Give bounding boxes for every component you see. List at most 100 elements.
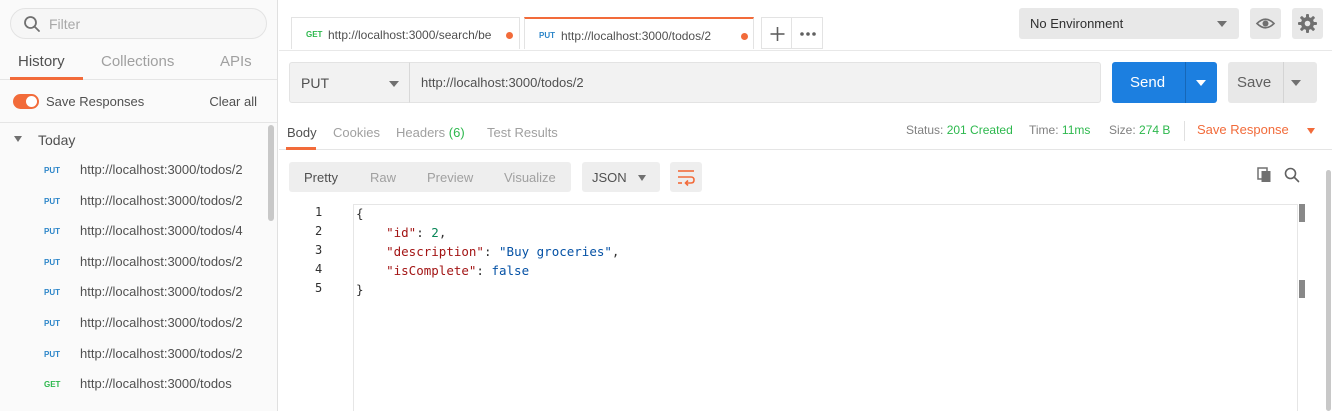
history-item-url: http://localhost:3000/todos/2	[80, 284, 243, 300]
history-item-url: http://localhost:3000/todos/2	[80, 162, 243, 177]
filter-input[interactable]: Filter	[10, 8, 267, 39]
editor-scroll-thumb[interactable]	[1299, 280, 1305, 298]
response-status: Status: 201 Created	[906, 123, 1013, 137]
history-item[interactable]: PUT http://localhost:3000/todos/2	[0, 246, 268, 277]
history-item[interactable]: PUT http://localhost:3000/todos/2	[0, 154, 268, 185]
sidebar: Filter History Collections APIs Save Res…	[0, 0, 278, 411]
history-item-url: http://localhost:3000/todos/2	[80, 253, 243, 269]
history-item[interactable]: PUT http://localhost:3000/todos/2	[0, 276, 268, 307]
environment-select[interactable]: No Environment	[1019, 8, 1239, 39]
request-tab-url: http://localhost:3000/todos/2	[561, 29, 712, 43]
history-item-method: PUT	[44, 318, 60, 328]
format-pretty[interactable]: Pretty	[304, 170, 338, 185]
status-value[interactable]: 201 Created	[947, 123, 1013, 137]
save-response-button[interactable]: Save Response	[1197, 122, 1315, 137]
sidebar-scrollbar[interactable]	[268, 125, 274, 221]
new-tab-button[interactable]	[761, 17, 792, 49]
history-item[interactable]: PUT http://localhost:3000/todos/2	[0, 307, 268, 338]
clear-all-button[interactable]: Clear all	[209, 94, 257, 109]
format-preview[interactable]: Preview	[427, 170, 473, 185]
history-item[interactable]: PUT http://localhost:3000/todos/4	[0, 215, 268, 246]
sidebar-tabs: History Collections APIs	[0, 52, 277, 80]
editor-scrollbar[interactable]	[1297, 204, 1307, 411]
save-responses-label: Save Responses	[46, 94, 145, 109]
response-tabs: Body Cookies Headers (6) Test Results St…	[279, 115, 1332, 150]
tab-apis[interactable]: APIs	[220, 53, 252, 70]
code-token: "Buy groceries"	[499, 244, 612, 259]
history-item-url: http://localhost:3000/todos/2	[80, 192, 243, 208]
request-tab-put[interactable]: PUT http://localhost:3000/todos/2	[524, 17, 754, 49]
header-divider	[279, 50, 1332, 51]
wrap-lines-button[interactable]	[670, 162, 702, 192]
history-group-today[interactable]: Today	[0, 131, 270, 151]
history-item-url: http://localhost:3000/todos/4	[80, 223, 243, 239]
tab-headers-label: Headers	[396, 125, 446, 140]
code-token: :	[483, 244, 500, 259]
active-tab-indicator	[10, 77, 83, 80]
tab-headers[interactable]: Headers (6)	[396, 125, 465, 140]
code-line: }	[356, 282, 364, 297]
chevron-down-icon[interactable]	[1196, 80, 1206, 86]
tab-cookies[interactable]: Cookies	[333, 125, 380, 140]
save-response-label: Save Response	[1197, 122, 1289, 137]
request-tab-method: PUT	[539, 31, 555, 40]
code-token: ,	[611, 244, 620, 259]
tab-collections[interactable]: Collections	[101, 53, 174, 70]
method-selected: PUT	[301, 75, 329, 91]
chevron-down-icon[interactable]	[1291, 80, 1301, 86]
main-scrollbar[interactable]	[1326, 170, 1331, 411]
time-value[interactable]: 11ms	[1062, 123, 1090, 137]
history-item[interactable]: PUT http://localhost:3000/todos/2	[0, 338, 268, 369]
headers-count-badge: (6)	[448, 125, 465, 140]
code-token: 2	[431, 225, 439, 240]
url-value: http://localhost:3000/todos/2	[421, 75, 584, 90]
meta-divider	[1184, 121, 1185, 141]
code-token: false	[491, 263, 530, 278]
status-label: Status:	[906, 123, 944, 137]
url-input[interactable]: http://localhost:3000/todos/2	[409, 62, 1101, 103]
tab-history[interactable]: History	[18, 53, 65, 70]
history-group-label: Today	[38, 132, 76, 148]
more-tabs-button[interactable]	[791, 17, 823, 49]
code-line: "isComplete": false	[356, 263, 529, 278]
history-item-method: PUT	[44, 288, 60, 298]
history-item-method: PUT	[44, 349, 60, 359]
history-item-method: GET	[44, 380, 61, 390]
language-select[interactable]: JSON	[582, 162, 660, 192]
save-responses-toggle[interactable]	[13, 94, 39, 109]
code-token: ,	[438, 225, 447, 240]
active-tab-indicator	[286, 147, 316, 150]
history-item[interactable]: GET http://localhost:3000/todos	[0, 368, 268, 399]
send-split-divider	[1185, 62, 1186, 103]
format-visualize[interactable]: Visualize	[504, 170, 556, 185]
wrap-lines-icon	[678, 170, 695, 187]
copy-icon[interactable]	[1256, 166, 1274, 184]
save-responses-row: Save Responses Clear all	[0, 81, 277, 123]
code-token: "id"	[386, 225, 417, 240]
environment-quick-look-button[interactable]	[1250, 8, 1281, 39]
size-label: Size:	[1109, 123, 1136, 137]
main-panel: GET http://localhost:3000/search/be PUT …	[279, 0, 1332, 411]
editor-scroll-thumb-top[interactable]	[1299, 204, 1305, 222]
manage-environments-button[interactable]	[1292, 8, 1323, 39]
code-line: "id": 2,	[356, 225, 446, 240]
search-icon	[24, 16, 40, 32]
search-icon[interactable]	[1283, 166, 1301, 184]
line-number: 5	[315, 281, 323, 295]
save-button[interactable]: Save	[1228, 62, 1317, 103]
history-item-url: http://localhost:3000/todos/2	[80, 314, 243, 330]
code-editor[interactable]: { "id": 2, "description": "Buy groceries…	[353, 204, 1297, 411]
format-raw[interactable]: Raw	[370, 170, 396, 185]
tab-test-results[interactable]: Test Results	[487, 125, 558, 140]
language-selected: JSON	[592, 170, 627, 185]
tab-body[interactable]: Body	[287, 125, 317, 140]
send-button[interactable]: Send	[1112, 62, 1217, 103]
history-item[interactable]: PUT http://localhost:3000/todos/2	[0, 185, 268, 216]
request-tab-get[interactable]: GET http://localhost:3000/search/be	[291, 17, 520, 49]
code-token: :	[416, 225, 432, 240]
unsaved-dot-icon	[741, 33, 748, 40]
method-select[interactable]: PUT	[289, 62, 410, 103]
request-tab-method: GET	[306, 30, 323, 39]
size-value[interactable]: 274 B	[1139, 123, 1170, 137]
